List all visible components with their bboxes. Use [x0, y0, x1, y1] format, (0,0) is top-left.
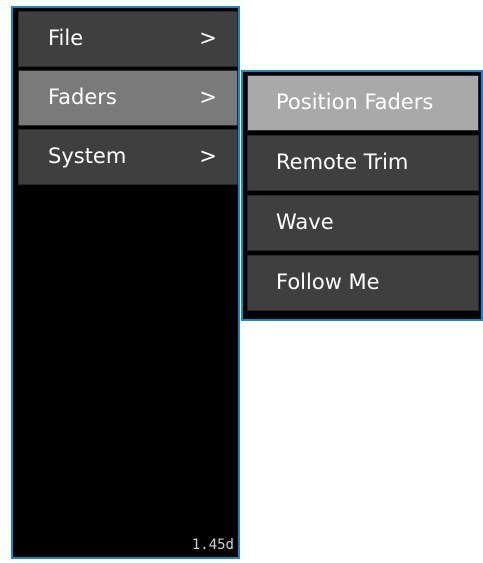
- submenu-item-label: Wave: [276, 210, 334, 234]
- submenu-arrow-icon: >: [199, 85, 217, 109]
- submenu-item-label: Position Faders: [276, 90, 434, 114]
- menu-item-label: System: [48, 144, 127, 168]
- menu-item-label: Faders: [48, 85, 117, 109]
- menu-item-system[interactable]: System >: [18, 129, 238, 185]
- submenu-item-follow-me[interactable]: Follow Me: [247, 255, 479, 311]
- submenu-item-remote-trim[interactable]: Remote Trim: [247, 135, 479, 191]
- submenu-arrow-icon: >: [199, 26, 217, 50]
- faders-submenu-panel: Position Faders Remote Trim Wave Follow …: [241, 70, 483, 321]
- menu-item-label: File: [48, 26, 84, 50]
- menu-item-faders[interactable]: Faders >: [18, 70, 238, 126]
- menu-item-file[interactable]: File >: [18, 11, 238, 67]
- submenu-item-label: Follow Me: [276, 270, 380, 294]
- submenu-item-position-faders[interactable]: Position Faders: [247, 75, 479, 131]
- menu-stage: File > Faders > System > 1.45d Position …: [0, 0, 483, 563]
- version-label: 1.45d: [191, 537, 234, 553]
- submenu-item-label: Remote Trim: [276, 150, 409, 174]
- submenu-item-wave[interactable]: Wave: [247, 195, 479, 251]
- submenu-arrow-icon: >: [199, 144, 217, 168]
- main-menu-panel: File > Faders > System > 1.45d: [11, 6, 240, 559]
